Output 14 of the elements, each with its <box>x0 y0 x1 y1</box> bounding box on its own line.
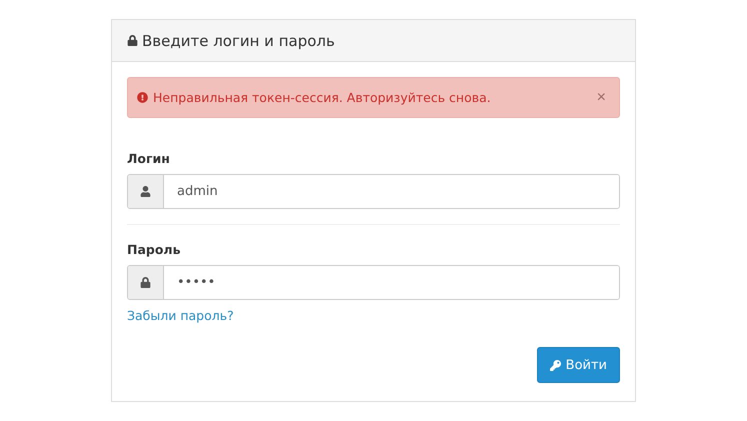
input-field[interactable]: admin <box>127 174 620 209</box>
field-label: Логин <box>127 151 170 166</box>
input-field[interactable]: ••••• <box>127 265 620 300</box>
alert-message: Неправильная токен-сессия. Авторизуйтесь снова. <box>153 90 492 105</box>
panel-title: Введите логин и пароль <box>142 32 335 50</box>
exclamation-icon <box>137 92 148 103</box>
close-button[interactable]: × <box>592 88 610 106</box>
lock-icon <box>127 35 138 46</box>
login-button[interactable]: Войти <box>536 347 620 383</box>
forgot-password-link[interactable]: Забыли пароль? <box>127 308 234 323</box>
key-icon <box>550 360 561 370</box>
lock-icon <box>140 277 151 288</box>
field-label: Пароль <box>127 242 180 257</box>
user-icon <box>140 186 151 197</box>
